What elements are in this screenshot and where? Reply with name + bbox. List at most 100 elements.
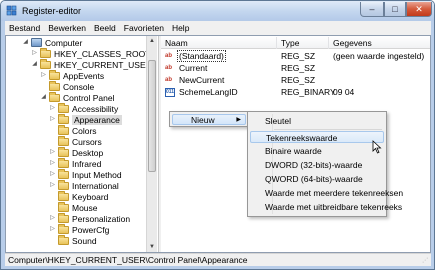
tree-item-label: Personalization	[72, 213, 131, 224]
column-type[interactable]: Type	[277, 37, 329, 49]
tree-item-sound[interactable]: Sound	[49, 234, 97, 246]
tree-item-control-panel[interactable]: ◢ Control Panel	[40, 91, 115, 103]
expand-icon[interactable]: ▷	[40, 72, 47, 79]
new-submenu: Sleutel Tekenreekswaarde Binaire waarde …	[247, 111, 403, 217]
menu-bewerken[interactable]: Bewerken	[44, 21, 90, 35]
scroll-up-icon[interactable]: ▲	[147, 36, 157, 46]
submenu-item-tekenreekswaarde[interactable]: Tekenreekswaarde	[250, 131, 384, 143]
submenu-item-label: Sleutel	[265, 116, 291, 126]
value-type: REG_BINARY	[281, 87, 336, 97]
tree-item-appevents[interactable]: ▷ AppEvents	[40, 69, 105, 81]
registry-tree: ◢ Computer ▷ HKEY_CLASSES_ROOT ◢ HKEY_CU…	[6, 36, 158, 252]
tree-item-label: Desktop	[72, 147, 104, 158]
tree-item-cursors[interactable]: Cursors	[49, 135, 102, 147]
tree-item-hkey-classes-root[interactable]: ▷ HKEY_CLASSES_ROOT	[31, 47, 150, 59]
expand-icon[interactable]: ▷	[49, 215, 56, 222]
tree-item-label: Computer	[45, 37, 83, 48]
tree-item-label: HKEY_CURRENT_USER	[54, 59, 152, 70]
maximize-button[interactable]: □	[384, 2, 406, 17]
tree-item-mouse[interactable]: Mouse	[49, 201, 98, 213]
tree-item-label: Infrared	[72, 158, 102, 169]
expand-icon[interactable]: ▷	[49, 171, 56, 178]
folder-icon	[58, 190, 69, 201]
tree-item-computer[interactable]: ◢ Computer	[22, 37, 82, 48]
close-button[interactable]: ✕	[406, 2, 432, 17]
expand-icon[interactable]: ▷	[49, 149, 56, 156]
expander-placeholder	[40, 83, 47, 90]
regedit-app-icon	[6, 5, 17, 16]
folder-icon	[40, 47, 51, 58]
value-row[interactable]: ab NewCurrent REG_SZ	[161, 75, 430, 86]
tree-scrollbar[interactable]: ▲ ▼	[146, 36, 157, 252]
expand-icon[interactable]: ▷	[49, 105, 56, 112]
tree-item-desktop[interactable]: ▷ Desktop	[49, 146, 104, 158]
column-header: Naam Type Gegevens	[161, 36, 430, 49]
folder-icon	[58, 201, 69, 212]
expand-icon[interactable]: ▷	[49, 226, 56, 233]
folder-icon	[58, 146, 69, 157]
tree-item-colors[interactable]: Colors	[49, 124, 97, 136]
menu-item-nieuw[interactable]: Nieuw ▶	[172, 114, 246, 125]
tree-item-console[interactable]: Console	[40, 80, 95, 92]
tree-item-label: Control Panel	[63, 92, 115, 103]
folder-icon	[49, 80, 60, 91]
scroll-down-icon[interactable]: ▼	[147, 242, 157, 252]
value-row[interactable]: ab (Standaard) REG_SZ (geen waarde inges…	[161, 50, 430, 62]
submenu-item-sleutel[interactable]: Sleutel	[250, 115, 384, 127]
tree-item-keyboard[interactable]: Keyboard	[49, 190, 108, 202]
resize-grip-icon[interactable]: ⋰	[422, 257, 430, 265]
tree-item-label-selected: Appearance	[72, 114, 122, 125]
submenu-item-expandable-string[interactable]: Waarde met uitbreidbare tekenreeks	[250, 201, 402, 213]
submenu-item-label: QWORD (64-bits)-waarde	[265, 174, 363, 184]
status-bar: Computer\HKEY_CURRENT_USER\Control Panel…	[5, 253, 431, 266]
column-gegevens[interactable]: Gegevens	[329, 37, 430, 49]
folder-icon	[58, 102, 69, 113]
tree-item-personalization[interactable]: ▷ Personalization	[49, 212, 131, 224]
folder-icon	[58, 124, 69, 135]
submenu-item-label: Binaire waarde	[265, 146, 322, 156]
menu-beeld[interactable]: Beeld	[90, 21, 120, 35]
expand-icon[interactable]: ▷	[49, 160, 56, 167]
tree-item-label: Cursors	[72, 136, 102, 147]
value-row[interactable]: 011 SchemeLangID REG_BINARY 09 04	[161, 87, 430, 98]
submenu-item-qword[interactable]: QWORD (64-bits)-waarde	[250, 173, 384, 185]
menu-bestand[interactable]: Bestand	[5, 21, 44, 35]
minimize-button[interactable]: –	[360, 2, 384, 17]
tree-item-label: AppEvents	[63, 70, 105, 81]
tree-item-input-method[interactable]: ▷ Input Method	[49, 168, 122, 180]
tree-item-hkey-current-user[interactable]: ◢ HKEY_CURRENT_USER	[31, 58, 152, 70]
tree-item-appearance[interactable]: ▷ Appearance	[49, 113, 122, 125]
context-menu: Nieuw ▶	[169, 111, 249, 127]
collapse-icon[interactable]: ◢	[40, 94, 47, 101]
expand-icon[interactable]: ▷	[49, 116, 56, 123]
tree-item-accessibility[interactable]: ▷ Accessibility	[49, 102, 118, 114]
string-value-icon: ab	[165, 65, 173, 71]
menu-help[interactable]: Help	[168, 21, 193, 35]
menu-separator	[274, 129, 382, 130]
mouse-cursor-icon	[372, 140, 382, 154]
collapse-icon[interactable]: ◢	[22, 39, 29, 46]
submenu-item-label: Tekenreekswaarde	[266, 133, 338, 143]
tree-item-label: PowerCfg	[72, 224, 110, 235]
title-bar[interactable]: Register-editor – □ ✕	[1, 1, 434, 21]
expand-icon[interactable]: ▷	[49, 182, 56, 189]
tree-item-international[interactable]: ▷ International	[49, 179, 119, 191]
close-icon: ✕	[415, 3, 423, 14]
expand-icon[interactable]: ▷	[31, 50, 38, 57]
tree-item-infrared[interactable]: ▷ Infrared	[49, 157, 102, 169]
submenu-item-binaire-waarde[interactable]: Binaire waarde	[250, 145, 384, 157]
tree-item-powercfg[interactable]: ▷ PowerCfg	[49, 223, 110, 235]
scrollbar-thumb[interactable]	[148, 60, 156, 172]
value-row[interactable]: ab Current REG_SZ	[161, 63, 430, 74]
tree-item-label: Console	[63, 81, 95, 92]
collapse-icon[interactable]: ◢	[31, 61, 38, 68]
value-name: Current	[179, 63, 208, 73]
submenu-item-multi-string[interactable]: Waarde met meerdere tekenreeksen	[250, 187, 403, 199]
tree-item-label: Mouse	[72, 202, 98, 213]
submenu-item-dword[interactable]: DWORD (32-bits)-waarde	[250, 159, 384, 171]
menu-favorieten[interactable]: Favorieten	[120, 21, 168, 35]
folder-icon	[58, 113, 69, 124]
menu-item-label: Nieuw	[191, 115, 215, 125]
column-naam[interactable]: Naam	[161, 37, 277, 49]
folder-icon	[58, 179, 69, 190]
